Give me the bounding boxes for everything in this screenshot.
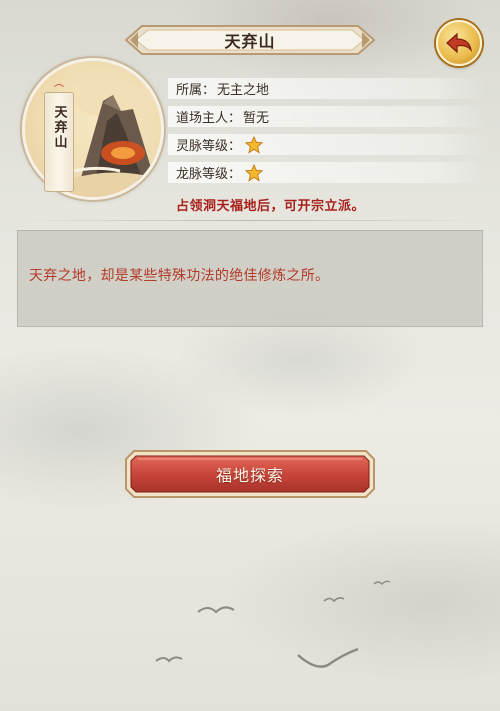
bird-decoration bbox=[197, 606, 235, 614]
info-row-owner-faction: 所属： 无主之地 bbox=[168, 78, 486, 99]
info-row-dojo-owner: 道场主人： 暂无 bbox=[168, 106, 486, 127]
info-value: 暂无 bbox=[243, 111, 270, 126]
bird-decoration bbox=[297, 647, 359, 668]
info-row-spirit-vein: 灵脉等级： bbox=[168, 134, 486, 155]
star-icon bbox=[245, 135, 264, 154]
star-icon bbox=[245, 163, 264, 182]
location-scroll-tag: ⌒ 天弃山 bbox=[44, 85, 74, 192]
back-arrow-icon bbox=[446, 32, 472, 54]
info-label: 灵脉等级： bbox=[176, 139, 242, 154]
occupy-notice: 占领洞天福地后，可开宗立派。 bbox=[176, 199, 366, 214]
title-banner: 天弃山 bbox=[124, 22, 376, 58]
scroll-label: 天弃山 bbox=[51, 105, 67, 150]
bird-decoration bbox=[155, 656, 183, 663]
info-label: 所属： bbox=[176, 83, 216, 98]
info-row-dragon-vein: 龙脉等级： bbox=[168, 162, 486, 183]
bird-decoration bbox=[323, 597, 345, 603]
description-text: 天弃之地，却是某些特殊功法的绝佳修炼之所。 bbox=[29, 268, 330, 284]
explore-button-label: 福地探索 bbox=[215, 466, 284, 485]
section-divider bbox=[14, 220, 486, 221]
back-button[interactable] bbox=[436, 20, 482, 66]
info-value: 无主之地 bbox=[217, 83, 270, 98]
tassel-icon: ⌒ bbox=[54, 85, 64, 96]
page-title: 天弃山 bbox=[224, 32, 276, 51]
bird-decoration bbox=[373, 580, 391, 585]
info-label: 龙脉等级： bbox=[176, 167, 242, 182]
description-panel: 天弃之地，却是某些特殊功法的绝佳修炼之所。 bbox=[17, 230, 483, 327]
info-label: 道场主人： bbox=[176, 111, 242, 126]
explore-button[interactable]: 福地探索 bbox=[124, 447, 376, 501]
